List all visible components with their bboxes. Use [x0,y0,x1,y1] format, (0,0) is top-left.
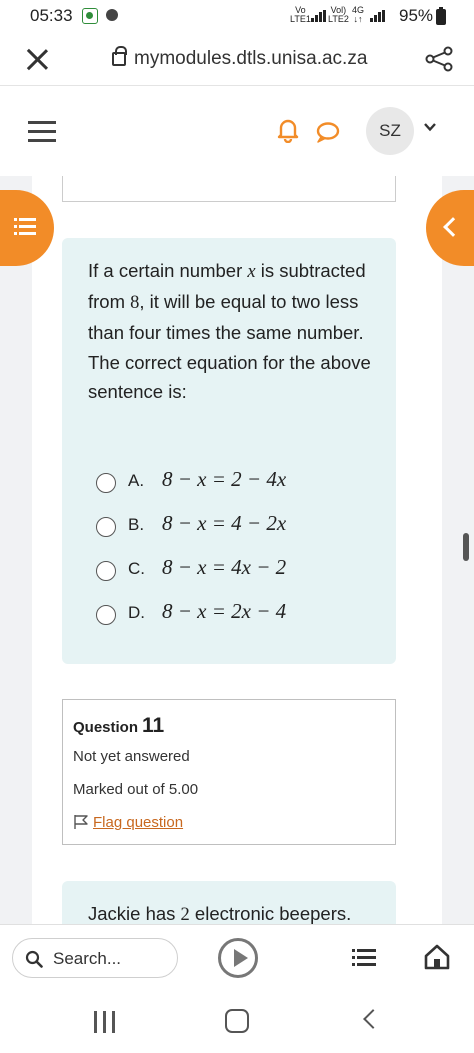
bell-icon[interactable] [276,117,300,143]
sim1-signal-icon [311,10,326,22]
notification-dot-icon [106,9,118,21]
option-equation: 8 − x = 2 − 4x [162,467,287,491]
browser-url-bar: mymodules.dtls.unisa.ac.za [0,34,474,86]
system-navigation-bar [0,990,474,1053]
home-button-icon[interactable] [225,1009,249,1033]
answer-option-a[interactable]: A. 8 − x = 2 − 4x [96,467,386,497]
previous-card [62,176,396,202]
chat-icon[interactable] [315,121,341,143]
close-icon[interactable] [24,46,50,72]
radio-button[interactable] [96,605,116,625]
radio-button[interactable] [96,561,116,581]
question-number-label: Question 11 [73,714,165,737]
sim2-network-label: Vol) LTE2 [328,5,349,24]
status-bar: 05:33 Vo LTE1 Vol) LTE2 4G ↓↑ 95% [0,0,474,34]
status-time: 05:33 [30,6,73,25]
flag-icon[interactable] [73,814,89,830]
battery-percent: 95% [399,6,434,25]
menu-icon[interactable] [28,121,56,142]
url-text[interactable]: mymodules.dtls.unisa.ac.za [134,48,367,70]
question-text: If a certain number x is subtracted from… [88,260,371,402]
page-content: If a certain number x is subtracted from… [0,176,474,924]
data-type-label: 4G ↓↑ [352,5,365,24]
question-marks: Marked out of 5.00 [73,781,199,798]
browser-bottom-bar: Search... [0,924,474,990]
radio-button[interactable] [96,517,116,537]
list-icon[interactable] [352,949,376,969]
play-icon[interactable] [218,938,258,978]
lock-icon[interactable] [112,46,127,66]
chevron-left-icon [443,217,463,237]
question-card: If a certain number x is subtracted from… [62,238,396,664]
next-question-card: Jackie has 2 electronic beepers. [62,881,396,924]
question-info-card: Question 11 Not yet answered Marked out o… [62,699,396,845]
answer-option-d[interactable]: D. 8 − x = 2x − 4 [96,599,386,629]
battery-icon [436,7,446,25]
answer-option-b[interactable]: B. 8 − x = 4 − 2x [96,511,386,541]
next-question-text: Jackie has 2 electronic beepers. [88,903,352,924]
avatar[interactable]: SZ [366,107,414,155]
recent-apps-icon[interactable] [94,1011,118,1033]
chevron-down-icon[interactable] [424,121,436,133]
question-status: Not yet answered [73,748,190,765]
search-icon [25,950,43,968]
flag-question-link[interactable]: Flag question [93,814,183,831]
app-notification-icon [82,8,98,24]
answer-option-c[interactable]: C. 8 − x = 4x − 2 [96,555,386,585]
search-input[interactable]: Search... [12,938,178,978]
option-equation: 8 − x = 2x − 4 [162,599,287,623]
radio-button[interactable] [96,473,116,493]
search-placeholder: Search... [53,949,122,968]
sim1-network-label: Vo LTE1 [290,5,311,24]
sim2-signal-icon [370,10,385,22]
scrollbar-thumb[interactable] [463,533,469,561]
option-equation: 8 − x = 4x − 2 [162,555,287,579]
option-equation: 8 − x = 4 − 2x [162,511,287,535]
home-icon[interactable] [424,944,450,970]
site-header: SZ [0,87,474,175]
back-icon[interactable] [363,1009,383,1029]
share-icon[interactable] [424,46,454,72]
list-icon [14,218,36,236]
